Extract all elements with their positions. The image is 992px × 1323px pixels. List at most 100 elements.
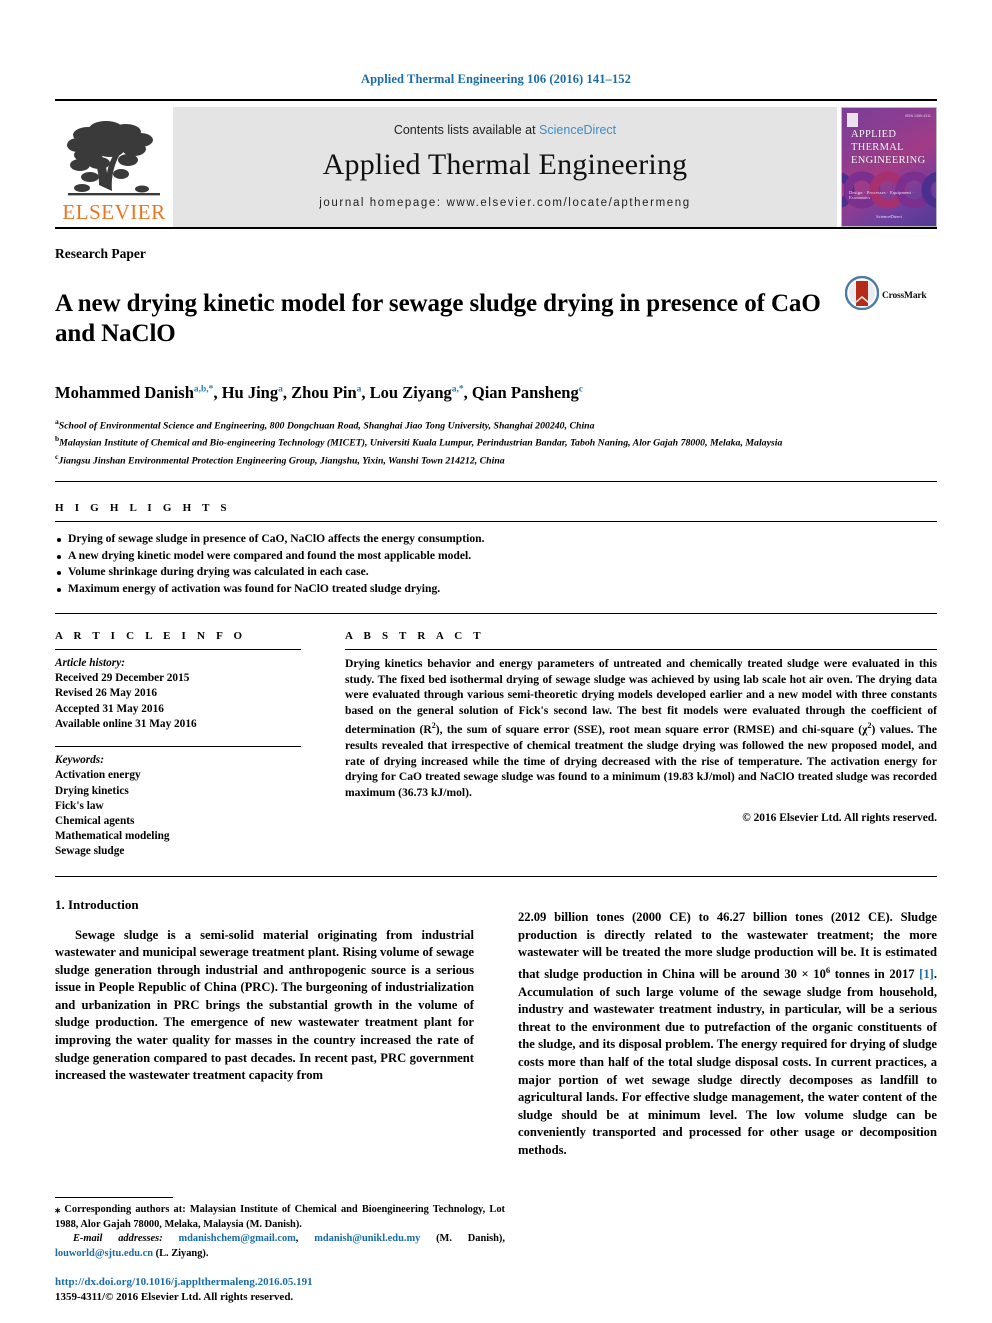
author-item: Hu Jinga: [222, 383, 283, 402]
body-column-left: 1. Introduction Sewage sludge is a semi-…: [55, 897, 474, 1173]
keyword-item[interactable]: Activation energy: [55, 768, 301, 783]
article-info-column: A R T I C L E I N F O Article history: R…: [55, 630, 301, 859]
body-columns: 1. Introduction Sewage sludge is a semi-…: [55, 897, 937, 1173]
history-item: Available online 31 May 2016: [55, 717, 197, 730]
cover-footer: ScienceDirect: [876, 214, 902, 219]
cover-title-line-3: ENGINEERING: [851, 155, 926, 166]
page-title: A new drying kinetic model for sewage sl…: [55, 289, 821, 347]
article-info-heading: A R T I C L E I N F O: [55, 630, 247, 643]
cover-issn: ISSN 1359-4311: [904, 114, 931, 118]
affiliations-bottom-rule: [55, 481, 937, 483]
intro-right-part-b: tonnes in 2017: [830, 967, 920, 982]
email-addresses-label: E-mail addresses:: [73, 1233, 163, 1245]
abstract-text: Drying kinetics behavior and energy para…: [345, 656, 937, 800]
elsevier-wordmark: ELSEVIER: [62, 200, 166, 224]
abstract-bottom-rule: [55, 875, 937, 877]
journal-homepage-link[interactable]: journal homepage: www.elsevier.com/locat…: [319, 197, 691, 209]
keyword-item[interactable]: Drying kinetics: [55, 784, 301, 799]
history-item: Received 29 December 2015: [55, 672, 190, 685]
abstract-rule: [345, 649, 937, 651]
email-link-1[interactable]: mdanishchem@gmail.com: [178, 1233, 295, 1244]
email-note: E-mail addresses: mdanishchem@gmail.com,…: [55, 1233, 505, 1259]
header-rule: [55, 99, 937, 101]
keyword-item[interactable]: Sewage sludge: [55, 844, 301, 859]
article-first-page: Applied Thermal Engineering 106 (2016) 1…: [0, 0, 992, 1323]
sciencedirect-link[interactable]: ScienceDirect: [539, 123, 616, 137]
intro-paragraph-left: Sewage sludge is a semi-solid material o…: [55, 927, 474, 1083]
intro-paragraph-right: 22.09 billion tones (2000 CE) to 46.27 b…: [518, 909, 937, 1160]
crossmark-label: CrossMark: [882, 290, 927, 301]
list-item: Maximum energy of activation was found f…: [55, 581, 937, 598]
author-name: Mohammed Danish: [55, 382, 194, 402]
author-name: Zhou Pin: [291, 382, 357, 402]
cover-subtitle: Design · Processes · Equipment · Economi…: [849, 190, 915, 200]
article-type: Research Paper: [55, 246, 146, 261]
keywords-label: Keywords:: [55, 754, 104, 767]
elsevier-tree-icon: [66, 119, 162, 201]
abstract-heading: A B S T R A C T: [345, 630, 485, 643]
journal-masthead: ELSEVIER Contents lists available at Sci…: [55, 107, 937, 227]
affiliation-text: Jiangsu Jinshan Environmental Protection…: [58, 455, 505, 467]
highlights-bottom-rule: [55, 613, 937, 615]
author-item: Qian Panshengc: [472, 383, 583, 402]
author-name: Hu Jing: [221, 382, 279, 402]
abstract-part-2: ), the sum of square error (SSE), root m…: [435, 723, 868, 737]
author-affil-marker[interactable]: c: [579, 384, 583, 394]
article-history-label: Article history:: [55, 657, 125, 670]
author-name: Lou Ziyang: [369, 382, 452, 402]
cover-elsevier-icon: [847, 113, 858, 127]
section-heading-introduction: 1. Introduction: [55, 896, 139, 912]
contents-lists-prefix: Contents lists available at: [393, 123, 540, 137]
corresponding-author-text: Corresponding authors at: Malaysian Inst…: [55, 1204, 505, 1230]
affiliation-text: Malaysian Institute of Chemical and Bio-…: [59, 437, 783, 449]
highlights-heading: H I G H L I G H T S: [55, 502, 231, 515]
history-item: Accepted 31 May 2016: [55, 702, 164, 715]
corresponding-author-note: ⁎ Corresponding authors at: Malaysian In…: [55, 1203, 505, 1232]
author-item: Zhou Pina: [291, 383, 361, 402]
intro-right-part-c: . Accumulation of such large volume of t…: [518, 967, 937, 1158]
contents-lists-line: Contents lists available at ScienceDirec…: [394, 123, 616, 137]
article-history-block: Article history: Received 29 December 20…: [55, 656, 301, 732]
cover-title-line-1: APPLIED: [851, 129, 897, 140]
affiliation-text: School of Environmental Science and Engi…: [58, 419, 595, 431]
masthead-bottom-rule: [55, 227, 937, 229]
journal-band: Contents lists available at ScienceDirec…: [173, 107, 837, 227]
author-affil-marker[interactable]: a,*: [452, 384, 464, 394]
doi-link[interactable]: http://dx.doi.org/10.1016/j.applthermale…: [55, 1275, 505, 1290]
crossmark-icon: [844, 275, 880, 315]
keywords-rule: [55, 746, 301, 748]
footnote-rule: [55, 1197, 173, 1199]
keyword-item[interactable]: Mathematical modeling: [55, 829, 301, 844]
keyword-item[interactable]: Fick's law: [55, 799, 301, 814]
citation-link[interactable]: [1]: [919, 967, 934, 981]
elsevier-logo[interactable]: ELSEVIER: [55, 107, 173, 227]
running-head: Applied Thermal Engineering 106 (2016) 1…: [360, 72, 631, 86]
cover-title: APPLIED THERMAL ENGINEERING: [851, 128, 925, 167]
journal-cover-thumbnail[interactable]: ISSN 1359-4311 APPLIED THERMAL ENGINEERI…: [841, 107, 937, 227]
crossmark-badge[interactable]: CrossMark: [844, 275, 937, 315]
abstract-column: A B S T R A C T Drying kinetics behavior…: [345, 630, 937, 859]
list-item: A new drying kinetic model were compared…: [55, 548, 937, 565]
highlights-list: Drying of sewage sludge in presence of C…: [55, 531, 937, 597]
email-owner-1: (M. Danish),: [436, 1233, 505, 1245]
author-list: Mohammed Danisha,b,*, Hu Jinga, Zhou Pin…: [55, 382, 583, 402]
author-name: Qian Pansheng: [471, 382, 579, 402]
body-column-right: 22.09 billion tones (2000 CE) to 46.27 b…: [518, 897, 937, 1173]
list-item: Drying of sewage sludge in presence of C…: [55, 531, 937, 548]
info-abstract-row: A R T I C L E I N F O Article history: R…: [55, 630, 937, 859]
author-affil-marker[interactable]: a: [278, 384, 283, 394]
affiliation-item: cJiangsu Jinshan Environmental Protectio…: [55, 450, 937, 468]
author-item: Mohammed Danisha,b,*: [55, 383, 213, 402]
footnote-block: ⁎ Corresponding authors at: Malaysian In…: [55, 1197, 505, 1261]
history-item: Revised 26 May 2016: [55, 687, 157, 700]
keywords-block: Keywords: Activation energy Drying kinet…: [55, 753, 301, 859]
title-row: A new drying kinetic model for sewage sl…: [55, 272, 937, 366]
author-affil-marker[interactable]: a,b,*: [194, 384, 214, 394]
author-item: Lou Ziyanga,*: [370, 383, 464, 402]
affiliation-list: aSchool of Environmental Science and Eng…: [55, 415, 937, 469]
keyword-item[interactable]: Chemical agents: [55, 814, 301, 829]
email-link-2[interactable]: mdanish@unikl.edu.my: [314, 1233, 420, 1244]
journal-title: Applied Thermal Engineering: [322, 148, 688, 181]
email-link-3[interactable]: louworld@sjtu.edu.cn: [55, 1248, 153, 1259]
author-affil-marker[interactable]: a: [357, 384, 362, 394]
